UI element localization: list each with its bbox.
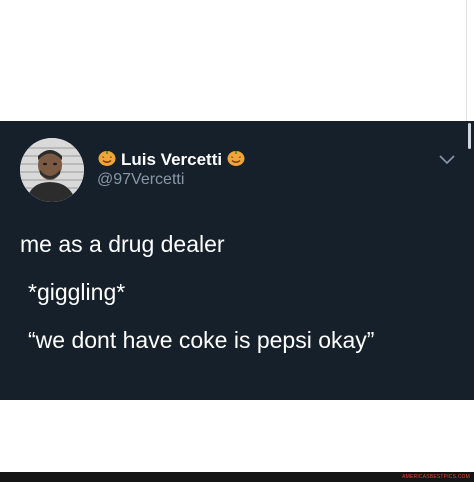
watermark: AMERICASBESTPICS.COM [402,474,470,480]
page-edge-line [466,0,467,121]
tweet-line: “we dont have coke is pepsi okay” [28,327,375,353]
pumpkin-icon [97,147,117,172]
chevron-down-icon [439,155,455,165]
tweet-card[interactable]: Luis Vercetti @97Vercetti me as a drug d… [0,121,474,400]
footer-bar: AMERICASBESTPICS.COM [0,472,474,482]
more-options-button[interactable] [436,149,458,171]
author-name-row[interactable]: Luis Vercetti [97,147,246,172]
pumpkin-icon [226,147,246,172]
author-handle[interactable]: @97Vercetti [97,171,184,189]
avatar-image [20,138,84,202]
tweet-text: me as a drug dealer *giggling* “we dont … [20,229,460,373]
tweet-line: me as a drug dealer [20,231,225,257]
avatar[interactable] [20,138,84,202]
author-name[interactable]: Luis Vercetti [121,150,222,170]
scrollbar[interactable] [468,123,471,149]
tweet-line: *giggling* [28,279,126,305]
